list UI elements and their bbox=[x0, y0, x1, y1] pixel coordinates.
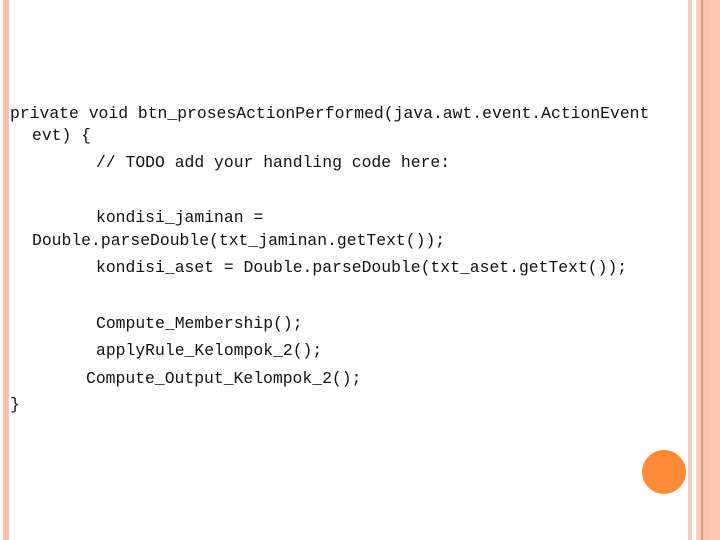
code-line: Compute_Membership(); bbox=[96, 314, 303, 333]
code-line: Compute_Output_Kelompok_2(); bbox=[86, 369, 362, 388]
code-line: evt) { bbox=[32, 126, 92, 145]
right-stripe bbox=[709, 0, 720, 540]
code-line: kondisi_jaminan = bbox=[96, 208, 264, 227]
code-line: Double.parseDouble(txt_jaminan.getText()… bbox=[32, 231, 446, 250]
code-line: private void btn_prosesActionPerformed(j… bbox=[10, 104, 650, 123]
code-block: private void btn_prosesActionPerformed(j… bbox=[0, 0, 649, 414]
code-line: kondisi_aset = Double.parseDouble(txt_as… bbox=[96, 258, 628, 277]
code-line: } bbox=[10, 395, 20, 414]
code-comment: // TODO add your handling code here: bbox=[96, 153, 451, 172]
right-stripe bbox=[688, 0, 692, 540]
orange-circle-decoration bbox=[642, 450, 686, 494]
code-line: applyRule_Kelompok_2(); bbox=[96, 341, 323, 360]
